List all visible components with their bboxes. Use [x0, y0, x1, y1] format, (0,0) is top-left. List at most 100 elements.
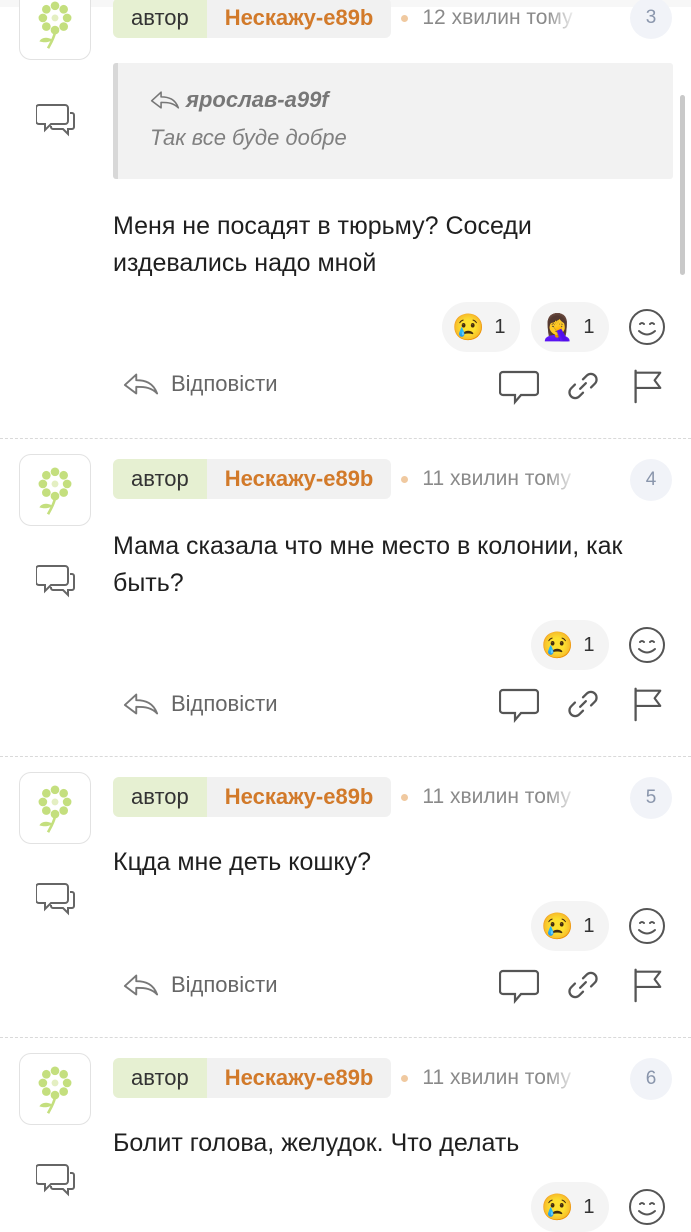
reaction-crying[interactable]: 😢 1 — [531, 901, 609, 951]
quote-text: Так все буде добре — [150, 125, 347, 150]
reaction-crying[interactable]: 😢 1 — [531, 1182, 609, 1232]
author-chip[interactable]: автор Нескажу-e89b — [113, 0, 392, 38]
comment-5: автор Нескажу-e89b 11 хвилин тому 5 Кцда… — [0, 756, 691, 1037]
avatar[interactable] — [19, 0, 91, 60]
reply-label: Відповісти — [171, 972, 278, 997]
reply-button[interactable]: Відповісти — [123, 370, 278, 398]
separator-dot — [401, 475, 409, 483]
comment-icon — [499, 965, 539, 1005]
reaction-facepalm[interactable]: 🤦‍♀️ 1 — [531, 302, 609, 352]
comment-actions — [499, 684, 667, 724]
comment-icon — [499, 684, 539, 724]
comment-text: Меня не посадят в тюрьму? Соседи издевал… — [113, 212, 532, 277]
avatar[interactable] — [19, 772, 91, 844]
author-tag: автор — [113, 459, 207, 499]
author-name[interactable]: Нескажу-e89b — [206, 0, 392, 38]
reply-label: Відповісти — [171, 371, 278, 396]
avatar[interactable] — [19, 1053, 91, 1125]
author-tag: автор — [113, 1058, 207, 1098]
quote-author-row: ярослав-a99f — [150, 87, 673, 113]
comment-meta: автор Нескажу-e89b 11 хвилин тому — [113, 459, 578, 499]
crying-face-icon: 😢 — [541, 1192, 574, 1222]
reply-label: Відповісти — [171, 691, 278, 716]
link-icon — [564, 685, 602, 723]
comment-actions — [499, 965, 667, 1005]
comment-time: 12 хвилин тому — [422, 6, 573, 29]
author-chip[interactable]: автор Нескажу-e89b — [113, 459, 392, 499]
author-chip[interactable]: автор Нескажу-e89b — [113, 1058, 392, 1098]
reply-arrow-icon — [150, 89, 180, 111]
link-button[interactable] — [563, 684, 603, 724]
comment-number: 6 — [630, 1058, 672, 1100]
reaction-count: 1 — [583, 1195, 595, 1218]
crying-face-icon: 😢 — [541, 911, 574, 941]
avatar[interactable] — [19, 454, 91, 526]
comment-number: 3 — [630, 0, 672, 39]
flag-icon — [628, 367, 666, 405]
reaction-count: 1 — [583, 315, 595, 338]
flower-icon — [29, 464, 81, 516]
comment-time: 11 хвилин тому — [422, 467, 572, 490]
comment-actions — [499, 366, 667, 406]
comment-text: Мама сказала что мне место в колонии, ка… — [113, 532, 623, 597]
chat-bubbles-icon — [36, 101, 76, 137]
comment-button[interactable] — [499, 684, 539, 724]
flower-icon — [29, 0, 81, 50]
separator-dot — [401, 14, 409, 22]
reply-arrow-icon — [123, 370, 159, 398]
flag-button[interactable] — [627, 965, 667, 1005]
author-name[interactable]: Нескажу-e89b — [206, 777, 392, 817]
crying-face-icon: 😢 — [541, 630, 574, 660]
link-button[interactable] — [563, 965, 603, 1005]
comment-3: автор Нескажу-e89b 12 хвилин тому 3 ярос… — [0, 0, 691, 438]
facepalm-icon: 🤦‍♀️ — [541, 312, 574, 342]
author-name[interactable]: Нескажу-e89b — [206, 1058, 392, 1098]
flower-icon — [29, 782, 81, 834]
crying-face-icon: 😢 — [452, 312, 485, 342]
reaction-crying[interactable]: 😢 1 — [442, 302, 520, 352]
author-chip[interactable]: автор Нескажу-e89b — [113, 777, 392, 817]
flower-icon — [29, 1063, 81, 1115]
smile-icon[interactable] — [627, 625, 667, 665]
comment-meta: автор Нескажу-e89b 12 хвилин тому — [113, 0, 578, 38]
flag-icon — [628, 685, 666, 723]
comment-time: 11 хвилин тому — [422, 1066, 572, 1089]
author-tag: автор — [113, 777, 207, 817]
flag-button[interactable] — [627, 366, 667, 406]
comment-meta: автор Нескажу-e89b 11 хвилин тому — [113, 777, 578, 817]
reaction-count: 1 — [583, 633, 595, 656]
link-button[interactable] — [563, 366, 603, 406]
comment-time: 11 хвилин тому — [422, 785, 572, 808]
reply-arrow-icon — [123, 690, 159, 718]
reply-arrow-icon — [123, 971, 159, 999]
flag-button[interactable] — [627, 684, 667, 724]
reaction-count: 1 — [583, 914, 595, 937]
reaction-count: 1 — [494, 315, 506, 338]
separator-dot — [401, 793, 409, 801]
link-icon — [564, 367, 602, 405]
flag-icon — [628, 966, 666, 1004]
reply-button[interactable]: Відповісти — [123, 971, 278, 999]
reply-button[interactable]: Відповісти — [123, 690, 278, 718]
separator-dot — [401, 1074, 409, 1082]
quoted-reply[interactable]: ярослав-a99f Так все буде добре — [113, 63, 673, 179]
author-name[interactable]: Нескажу-e89b — [206, 459, 392, 499]
comment-button[interactable] — [499, 366, 539, 406]
link-icon — [564, 966, 602, 1004]
smile-icon[interactable] — [627, 1187, 667, 1227]
comment-number: 4 — [630, 459, 672, 501]
comment-icon — [499, 366, 539, 406]
smile-icon[interactable] — [627, 906, 667, 946]
chat-bubbles-icon — [36, 880, 76, 916]
chat-bubbles-icon — [36, 1161, 76, 1197]
quote-author[interactable]: ярослав-a99f — [186, 87, 329, 113]
author-tag: автор — [113, 0, 207, 38]
comment-meta: автор Нескажу-e89b 11 хвилин тому — [113, 1058, 578, 1098]
smile-icon[interactable] — [627, 307, 667, 347]
comment-4: автор Нескажу-e89b 11 хвилин тому 4 Мама… — [0, 438, 691, 756]
comment-text: Болит голова, желудок. Что делать — [113, 1129, 520, 1157]
comment-button[interactable] — [499, 965, 539, 1005]
comment-6: автор Нескажу-e89b 11 хвилин тому 6 Боли… — [0, 1037, 691, 1232]
comment-text: Кцда мне деть кошку? — [113, 848, 372, 876]
reaction-crying[interactable]: 😢 1 — [531, 620, 609, 670]
